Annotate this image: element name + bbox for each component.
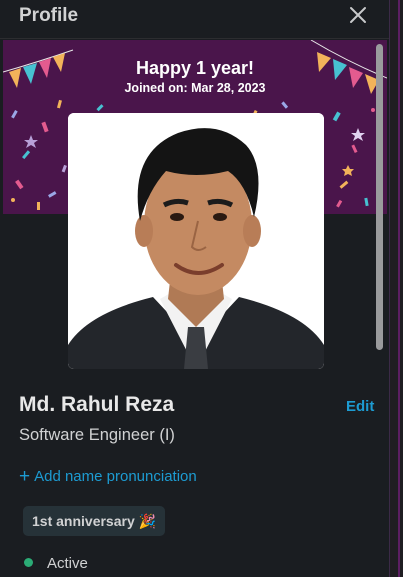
window-edge-accent <box>398 0 400 577</box>
add-name-pronunciation-button[interactable]: + Add name pronunciation <box>19 466 197 488</box>
status-dot-icon <box>24 558 33 567</box>
presence-status: Active <box>24 555 88 572</box>
edit-profile-link[interactable]: Edit <box>346 398 374 415</box>
window-edge <box>389 0 403 577</box>
anniversary-badge: 1st anniversary 🎉 <box>23 506 166 536</box>
profile-panel: Profile Happy 1 year! Joined on: Mar 28,… <box>0 0 389 577</box>
profile-job-title: Software Engineer (I) <box>19 426 175 444</box>
profile-name: Md. Rahul Reza <box>19 393 175 416</box>
scrollbar-thumb[interactable] <box>376 44 383 350</box>
panel-header: Profile <box>0 0 389 39</box>
add-pronunciation-label: Add name pronunciation <box>34 468 197 485</box>
anniversary-headline: Happy 1 year! <box>135 58 255 78</box>
plus-icon: + <box>19 466 31 487</box>
close-icon[interactable] <box>347 4 369 26</box>
joined-date: Joined on: Mar 28, 2023 <box>124 81 266 95</box>
avatar <box>68 113 324 369</box>
panel-title: Profile <box>19 5 79 26</box>
status-label: Active <box>47 555 88 572</box>
profile-photo[interactable] <box>68 113 324 369</box>
